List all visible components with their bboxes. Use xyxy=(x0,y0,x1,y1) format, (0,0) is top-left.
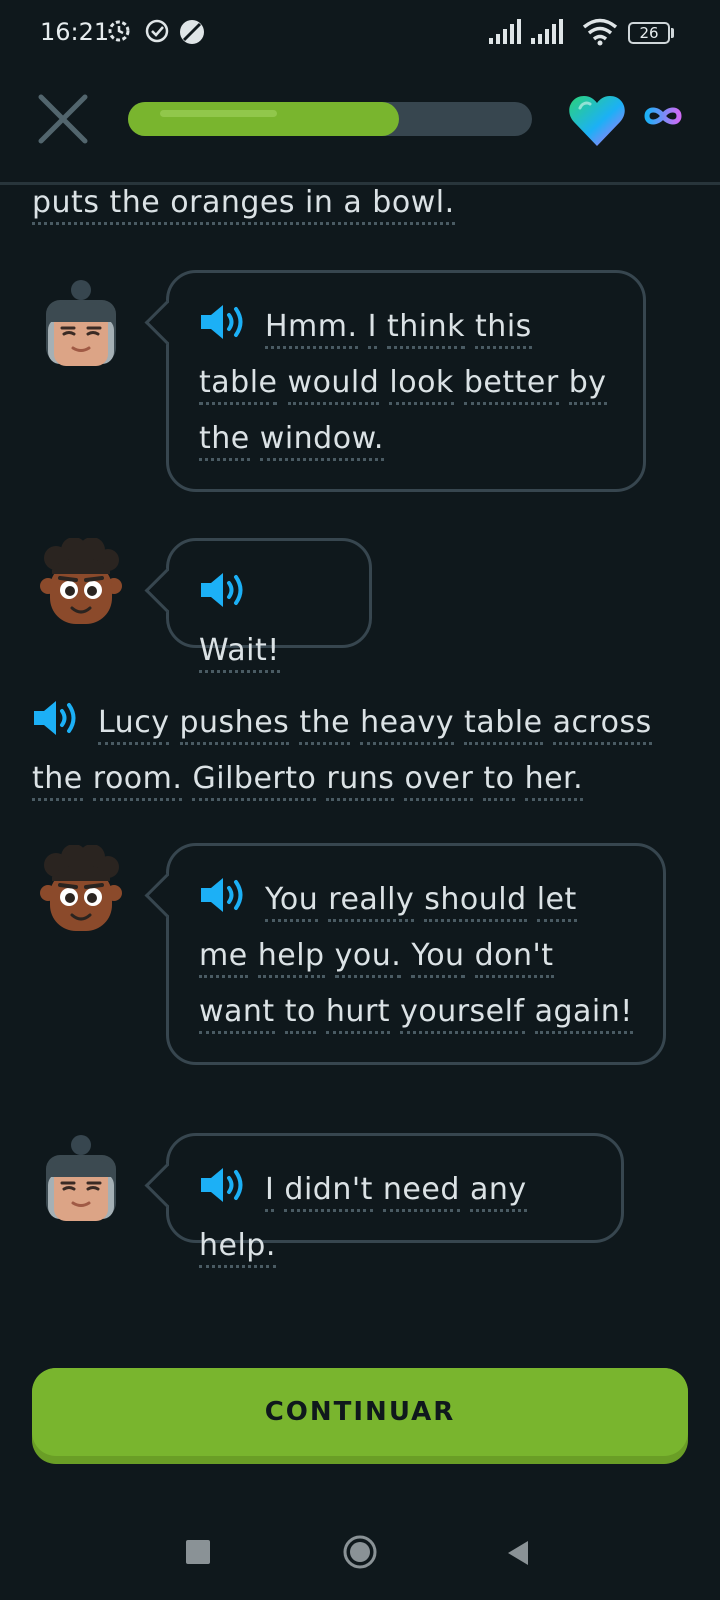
story-dialogue: puts the oranges in a bowl. Hmm. I think… xyxy=(0,185,720,1330)
word-token[interactable]: by xyxy=(568,365,607,405)
word-token[interactable]: I xyxy=(367,309,377,349)
gilberto-avatar xyxy=(40,845,122,931)
word-token[interactable]: need xyxy=(382,1172,460,1212)
word-token[interactable]: across xyxy=(552,705,652,745)
word-token[interactable]: me xyxy=(199,938,248,978)
word-token[interactable]: yourself xyxy=(400,994,525,1034)
word-token[interactable]: look xyxy=(389,365,454,405)
word-token[interactable]: again! xyxy=(534,994,633,1034)
bubble-tail xyxy=(144,300,189,345)
word-token[interactable]: You xyxy=(265,882,319,922)
word-token[interactable]: want xyxy=(199,994,275,1034)
signal-icon-2 xyxy=(531,19,563,44)
continue-button[interactable]: CONTINUAR xyxy=(32,1368,688,1464)
signal-icon-1 xyxy=(489,19,521,44)
word-token[interactable]: window. xyxy=(259,421,384,461)
progress-shine xyxy=(160,110,278,117)
word-token[interactable]: pushes xyxy=(179,705,290,745)
word-token[interactable]: you. xyxy=(334,938,402,978)
wifi-icon xyxy=(582,18,618,46)
progress-fill xyxy=(128,102,399,136)
check-circle-icon xyxy=(145,19,169,43)
infinity-icon xyxy=(644,107,682,125)
word-token[interactable]: heavy xyxy=(360,705,454,745)
bubble-tail xyxy=(144,873,189,918)
speech-bubble: I didn't need any help. xyxy=(144,1133,624,1268)
word-token[interactable]: table xyxy=(464,705,543,745)
word-token[interactable]: don't xyxy=(474,938,554,978)
word-token[interactable]: Lucy xyxy=(98,705,170,745)
lucy-avatar xyxy=(46,280,116,366)
speech-bubble: You really should let me help you. You d… xyxy=(144,843,666,1065)
lesson-progress-bar xyxy=(128,102,532,136)
speaker-icon[interactable] xyxy=(199,875,247,915)
word-token[interactable]: really xyxy=(328,882,415,922)
speaker-icon[interactable] xyxy=(199,1165,247,1205)
speech-bubble: Wait! xyxy=(144,538,372,673)
bubble-tail xyxy=(144,1163,189,1208)
word-token[interactable]: room. xyxy=(92,761,183,801)
word-token[interactable]: the xyxy=(32,761,83,801)
speech-bubble: Hmm. I think this table would look bette… xyxy=(144,270,646,492)
word-token[interactable]: Wait! xyxy=(199,633,280,673)
word-token[interactable]: her. xyxy=(524,761,584,801)
narration-top: puts the oranges in a bowl. xyxy=(32,185,672,231)
word-token[interactable]: didn't xyxy=(284,1172,373,1212)
word-token[interactable]: Hmm. xyxy=(265,309,358,349)
word-token[interactable]: table xyxy=(199,365,278,405)
word-token[interactable]: to xyxy=(284,994,316,1034)
home-button[interactable] xyxy=(342,1534,378,1570)
close-icon[interactable] xyxy=(36,92,90,146)
line-text: I didn't need any help. xyxy=(199,1172,527,1268)
word-token[interactable]: let xyxy=(536,882,577,922)
heart-icon[interactable] xyxy=(568,94,626,148)
recent-apps-button[interactable] xyxy=(186,1540,210,1564)
word-token[interactable]: would xyxy=(287,365,380,405)
word-token[interactable]: help xyxy=(257,938,325,978)
lucy-avatar xyxy=(46,1135,116,1221)
word-token[interactable]: Gilberto xyxy=(192,761,317,801)
no-disturb-icon xyxy=(180,20,204,44)
word-token[interactable]: this xyxy=(475,309,532,349)
narration-text[interactable]: puts the oranges in a bowl. xyxy=(32,185,455,225)
word-token[interactable]: You xyxy=(411,938,465,978)
word-token[interactable]: any xyxy=(469,1172,527,1212)
speaker-icon[interactable] xyxy=(199,570,247,610)
gilberto-avatar xyxy=(40,538,122,624)
speaker-icon[interactable] xyxy=(199,302,247,342)
word-token[interactable]: I xyxy=(265,1172,275,1212)
line-text: Hmm. I think this table would look bette… xyxy=(199,309,607,461)
word-token[interactable]: the xyxy=(199,421,250,461)
status-bar: 16:21 26 xyxy=(0,0,720,70)
word-token[interactable]: the xyxy=(299,705,351,745)
line-text: Wait! xyxy=(199,633,280,673)
word-token[interactable]: over xyxy=(404,761,474,801)
back-button[interactable] xyxy=(506,1540,530,1566)
narration-mid: Lucy pushes the heavy table across the r… xyxy=(32,695,692,807)
battery-nub xyxy=(671,28,674,38)
speaker-icon[interactable] xyxy=(32,698,80,738)
narration-text: Lucy pushes the heavy table across the r… xyxy=(32,705,652,801)
word-token[interactable]: runs xyxy=(326,761,395,801)
battery-indicator: 26 xyxy=(628,22,670,44)
word-token[interactable]: help. xyxy=(199,1228,276,1268)
word-token[interactable]: should xyxy=(424,882,527,922)
word-token[interactable]: think xyxy=(387,309,465,349)
bubble-tail xyxy=(144,568,189,613)
continue-button-label: CONTINUAR xyxy=(32,1368,688,1456)
word-token[interactable]: to xyxy=(483,761,515,801)
status-time: 16:21 xyxy=(40,18,110,46)
line-text: You really should let me help you. You d… xyxy=(199,882,633,1034)
word-token[interactable]: better xyxy=(463,365,559,405)
word-token[interactable]: hurt xyxy=(325,994,391,1034)
settings-sync-icon xyxy=(108,20,130,42)
